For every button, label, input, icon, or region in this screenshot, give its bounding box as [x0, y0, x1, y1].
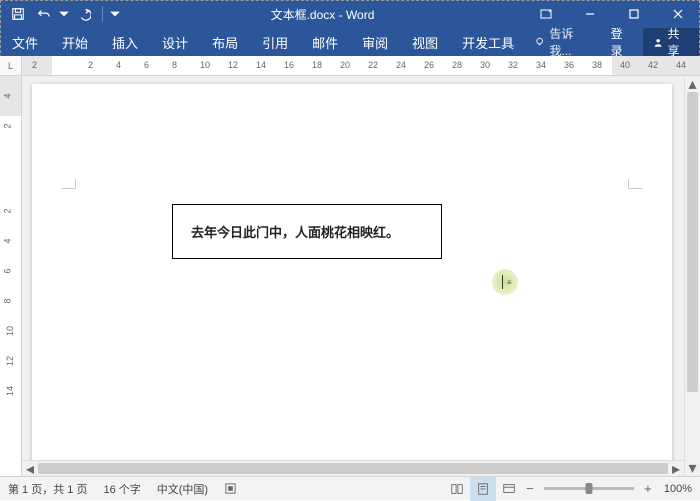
status-bar: 第 1 页，共 1 页 16 个字 中文(中国) − + 100% [0, 476, 700, 500]
horizontal-scrollbar[interactable]: ◂ ▸ [22, 460, 684, 476]
close-button[interactable] [656, 0, 700, 28]
redo-button[interactable] [72, 2, 96, 26]
zoom-slider[interactable] [544, 487, 634, 490]
vertical-ruler[interactable]: 4 2 2 4 6 8 10 12 14 [0, 76, 22, 476]
share-button[interactable]: 共享 [643, 28, 700, 56]
scroll-thumb-horizontal[interactable] [38, 463, 668, 474]
undo-dropdown[interactable] [58, 2, 70, 26]
cursor-highlight: ≡ [492, 269, 518, 295]
margin-guide-top-right [628, 179, 642, 189]
scroll-thumb-vertical[interactable] [687, 92, 698, 392]
horizontal-ruler[interactable]: L 22468101214161820222426283032343638404… [0, 56, 700, 76]
window-title: 文本框.docx - Word [121, 6, 524, 23]
scroll-right-button[interactable]: ▸ [668, 461, 684, 477]
document-area[interactable]: 去年今日此门中，人面桃花相映红。 ≡ [22, 76, 700, 476]
zoom-in-button[interactable]: + [640, 481, 656, 496]
zoom-level[interactable]: 100% [656, 483, 700, 495]
text-box[interactable]: 去年今日此门中，人面桃花相映红。 [172, 204, 442, 259]
ruler-corner: L [0, 56, 22, 76]
tab-layout[interactable]: 布局 [200, 28, 250, 56]
maximize-button[interactable] [612, 0, 656, 28]
tab-developer[interactable]: 开发工具 [450, 28, 526, 56]
save-button[interactable] [6, 2, 30, 26]
ribbon-display-options[interactable] [524, 0, 568, 28]
vertical-scrollbar[interactable]: ▴ ▾ [684, 76, 700, 476]
qat-customize[interactable] [109, 2, 121, 26]
print-layout-view[interactable] [470, 477, 496, 501]
title-bar: 文本框.docx - Word [0, 0, 700, 28]
zoom-out-button[interactable]: − [522, 481, 538, 496]
text-box-content: 去年今日此门中，人面桃花相映红。 [191, 222, 399, 241]
tab-mailings[interactable]: 邮件 [300, 28, 350, 56]
tab-view[interactable]: 视图 [400, 28, 450, 56]
scroll-left-button[interactable]: ◂ [22, 461, 38, 477]
tab-home[interactable]: 开始 [50, 28, 100, 56]
login-button[interactable]: 登录 [601, 28, 644, 56]
ribbon-tabs: 文件 开始 插入 设计 布局 引用 邮件 审阅 视图 开发工具 告诉我... 登… [0, 28, 700, 56]
tab-references[interactable]: 引用 [250, 28, 300, 56]
lightbulb-icon [534, 36, 545, 48]
tab-review[interactable]: 审阅 [350, 28, 400, 56]
zoom-slider-handle[interactable] [585, 483, 592, 494]
minimize-button[interactable] [568, 0, 612, 28]
scroll-down-button[interactable]: ▾ [685, 460, 700, 476]
tab-insert[interactable]: 插入 [100, 28, 150, 56]
tell-me-search[interactable]: 告诉我... [526, 28, 600, 56]
quick-access-toolbar [0, 2, 121, 26]
language-status[interactable]: 中文(中国) [149, 477, 216, 500]
margin-guide-top-left [62, 179, 76, 189]
word-count-status[interactable]: 16 个字 [95, 477, 148, 500]
scroll-up-button[interactable]: ▴ [685, 76, 700, 92]
read-mode-view[interactable] [444, 477, 470, 501]
web-layout-view[interactable] [496, 477, 522, 501]
page[interactable]: 去年今日此门中，人面桃花相映红。 ≡ [32, 84, 672, 464]
page-number-status[interactable]: 第 1 页，共 1 页 [0, 477, 95, 500]
tab-file[interactable]: 文件 [0, 28, 50, 56]
undo-button[interactable] [32, 2, 56, 26]
macro-status[interactable] [216, 477, 245, 500]
tab-design[interactable]: 设计 [150, 28, 200, 56]
person-icon [653, 37, 663, 48]
macro-icon [224, 482, 237, 495]
